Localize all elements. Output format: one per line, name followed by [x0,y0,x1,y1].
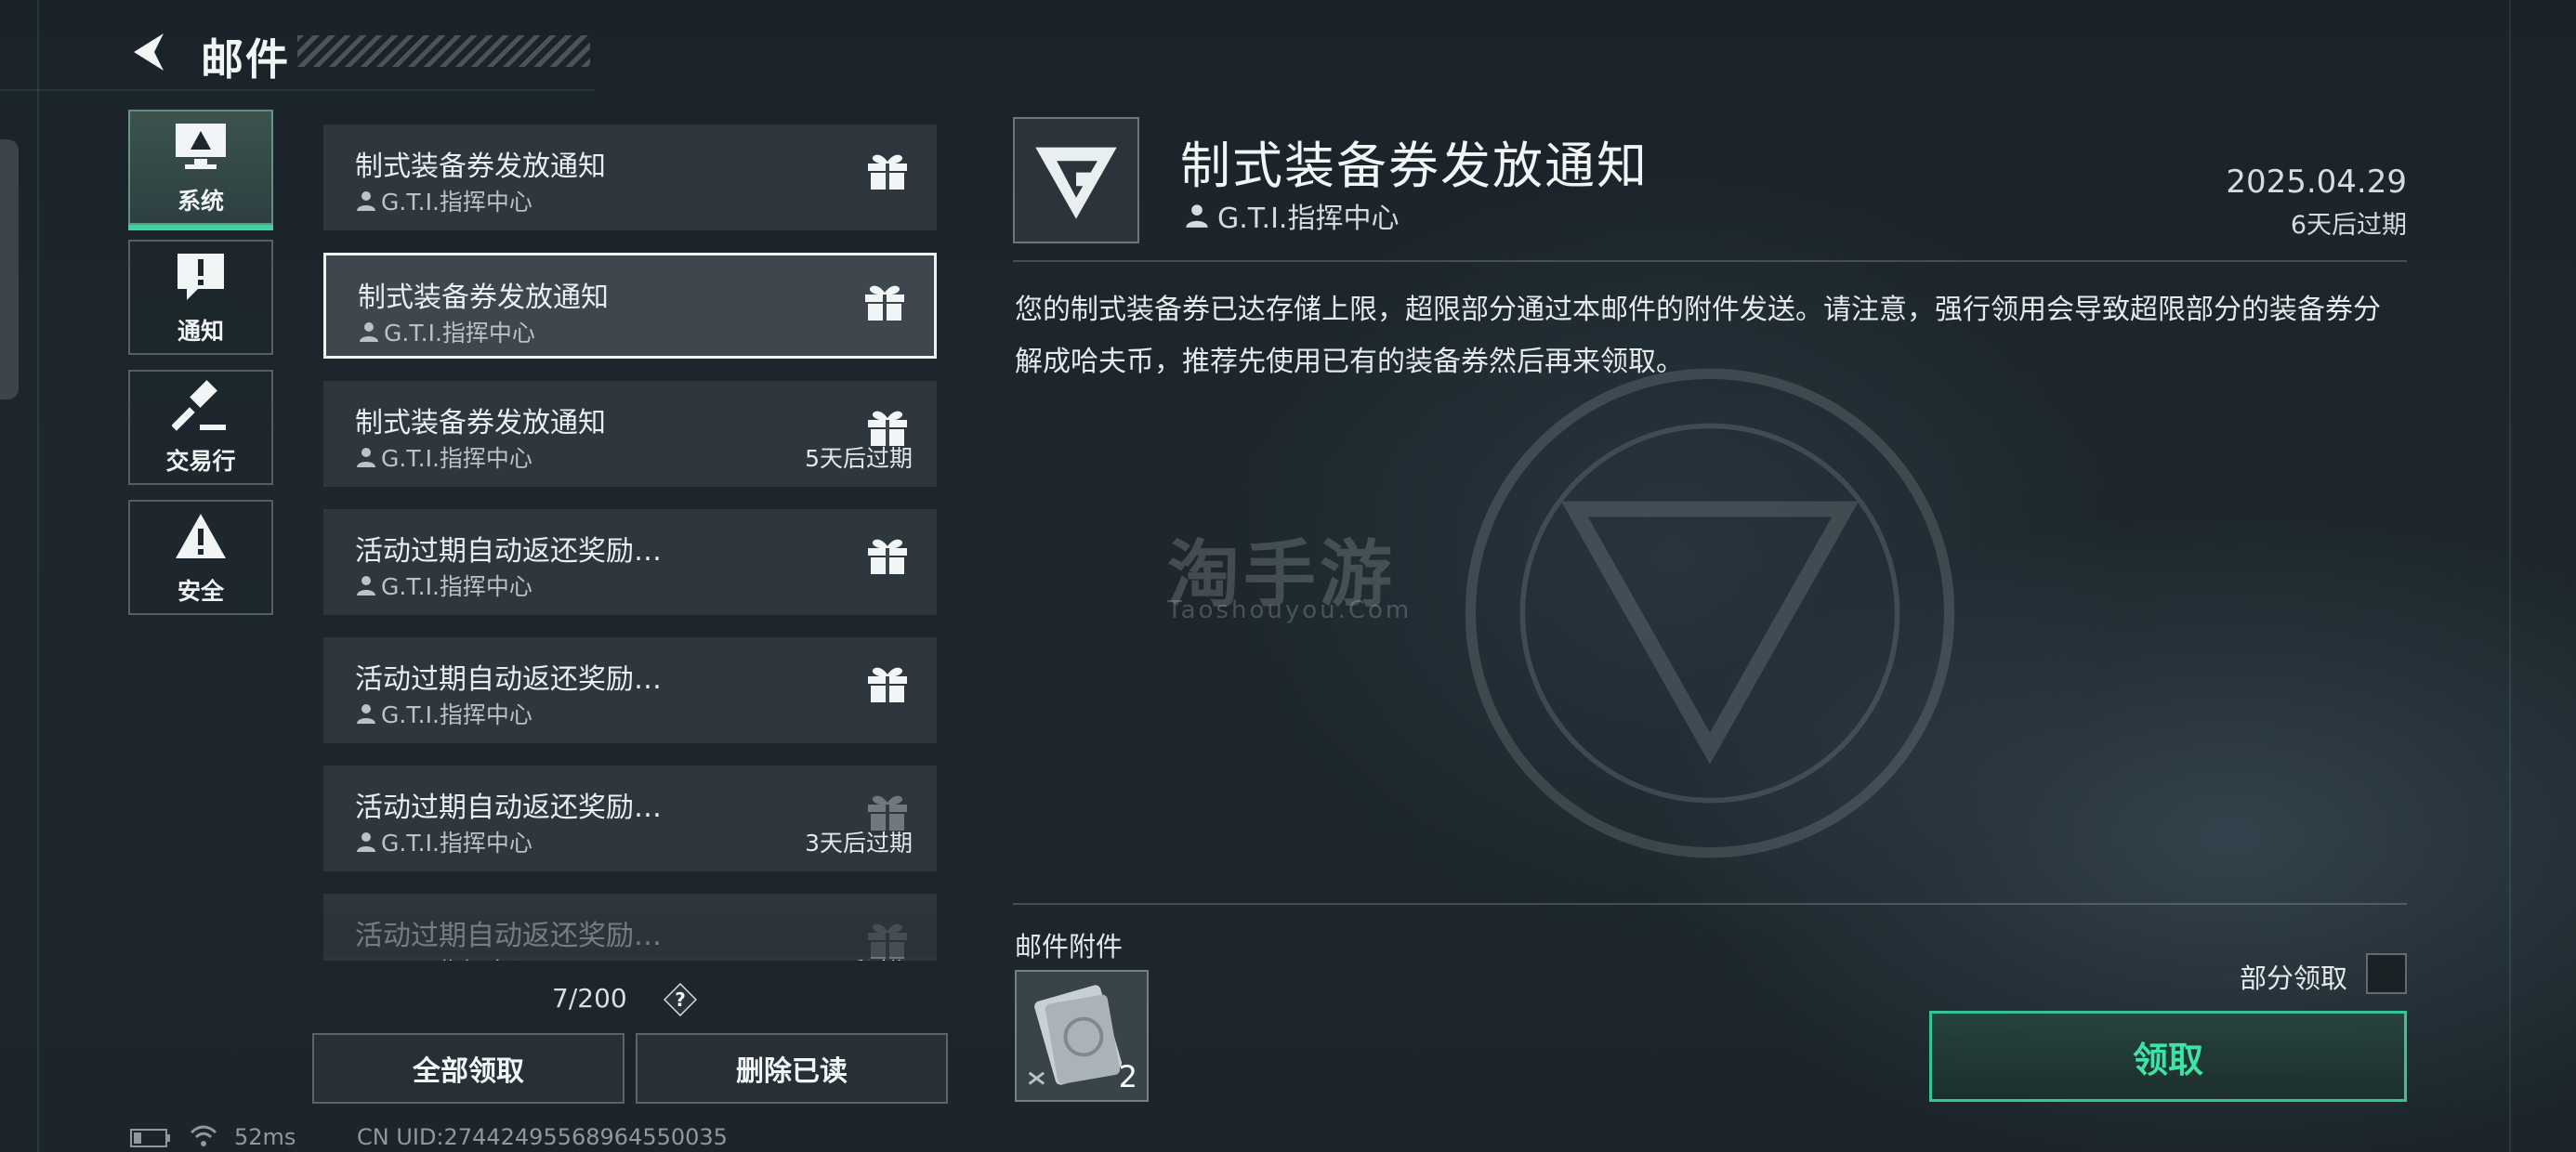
monitor-alert-icon [176,124,226,169]
gift-icon [865,285,904,321]
mail-item[interactable]: 制式装备券发放通知 G.T.I.指挥中心 [323,124,937,230]
person-icon [357,704,375,724]
category-label: 安全 [177,578,224,605]
background-emblem [1465,368,1955,858]
mail-sender-name: G.T.I.指挥中心 [381,445,532,472]
wifi-icon [190,1125,217,1146]
mail-sender: G.T.I.指挥中心 [355,184,532,217]
mail-sender: G.T.I.指挥中心 [355,697,532,730]
detail-sender: G.T.I.指挥中心 [1184,195,1399,236]
attachment-item[interactable]: 2 [1015,970,1149,1102]
mail-sender: G.T.I.指挥中心 [355,569,532,602]
help-icon[interactable]: ? [664,983,697,1016]
mail-expire: 3天后过期 [805,830,913,857]
divider [1013,903,2407,905]
battery-icon [130,1129,170,1147]
attachments-label: 邮件附件 [1015,931,1124,962]
claim-button[interactable]: 领取 [1929,1011,2407,1102]
side-handle [0,139,19,399]
mail-sender-name: G.T.I.指挥中心 [381,189,532,216]
mail-title: 制式装备券发放通知 [355,407,606,439]
gavel-icon [172,380,226,431]
mail-title: 活动过期自动返还奖励… [355,535,662,568]
person-icon [1186,204,1208,228]
decor-line [2509,0,2511,1152]
person-icon [357,191,375,211]
mail-sender-name: G.T.I.指挥中心 [381,701,532,728]
person-icon [357,448,375,467]
category-security[interactable]: 安全 [128,500,273,615]
attachment-quantity: 2 [1118,1059,1137,1094]
detail-expire: 6天后过期 [2290,211,2407,240]
mail-title: 制式装备券发放通知 [358,281,609,314]
category-trade[interactable]: 交易行 [128,370,273,485]
back-arrow-icon[interactable] [126,28,175,76]
sender-logo [1013,117,1139,243]
detail-sender-name: G.T.I.指挥中心 [1217,203,1400,235]
claim-all-button[interactable]: 全部领取 [312,1033,624,1104]
mail-title: 活动过期自动返还奖励… [355,663,662,696]
mail-item[interactable]: 制式装备券发放通知 G.T.I.指挥中心 5天后过期 [323,381,937,487]
mail-sender: G.T.I.指挥中心 [355,825,532,858]
gti-logo-icon [1035,147,1117,219]
category-notice[interactable]: 通知 [128,240,273,355]
list-scroll-hint [323,914,937,957]
page-title: 邮件 [201,34,290,85]
warning-icon [176,514,226,558]
notice-icon [177,254,224,300]
mail-title: 制式装备券发放通知 [355,151,606,183]
mail-sender: G.T.I.指挥中心 [355,440,532,474]
detail-body: 您的制式装备券已达存储上限，超限部分通过本邮件的附件发送。请注意，强行领用会导致… [1015,294,2381,378]
partial-claim-checkbox[interactable] [2366,953,2407,994]
mail-sender-name: G.T.I.指挥中心 [381,830,532,857]
gift-icon [868,667,907,702]
category-label: 通知 [177,318,224,345]
mail-sender: G.T.I.指挥中心 [358,315,535,348]
decor-line [37,0,39,1152]
mail-item[interactable]: 活动过期自动返还奖励… G.T.I.指挥中心 [323,637,937,743]
ping-readout: 52ms [234,1124,296,1150]
person-icon [355,959,377,961]
person-icon [357,576,375,596]
gift-icon [868,154,907,190]
mail-list[interactable]: 制式装备券发放通知 G.T.I.指挥中心 制式装备券发放通知 G.T.I.指挥中… [323,124,937,961]
detail-date: 2025.04.29 [2226,164,2407,201]
watermark-subtext: Taoshouyou.Com [1167,596,1413,624]
mail-sender-name: G.T.I.指挥中心 [381,573,532,600]
category-label: 系统 [177,188,224,215]
delete-read-button[interactable]: 删除已读 [636,1033,948,1104]
detail-title: 制式装备券发放通知 [1180,137,1649,195]
category-label: 交易行 [165,448,236,475]
gift-icon [868,539,907,574]
divider [1013,260,2407,262]
mail-sender-name: G.T.I.指挥中心 [384,320,535,347]
mail-count: 7/200 [552,983,627,1014]
category-system[interactable]: 系统 [128,110,273,230]
person-icon [357,832,375,852]
title-decoration [297,35,590,67]
mail-title: 活动过期自动返还奖励… [355,792,662,824]
help-glyph: ? [675,988,686,1011]
partial-claim-label: 部分领取 [2239,962,2347,994]
mail-item[interactable]: 制式装备券发放通知 G.T.I.指挥中心 [323,253,937,359]
mail-expire: 5天后过期 [805,445,913,472]
mail-item[interactable]: 活动过期自动返还奖励… G.T.I.指挥中心 3天后过期 [323,766,937,871]
person-icon [360,322,378,342]
mail-item[interactable]: 活动过期自动返还奖励… G.T.I.指挥中心 [323,509,937,615]
decor-line [0,89,595,91]
user-uid: CN UID:27442495568964550035 [357,1124,728,1150]
